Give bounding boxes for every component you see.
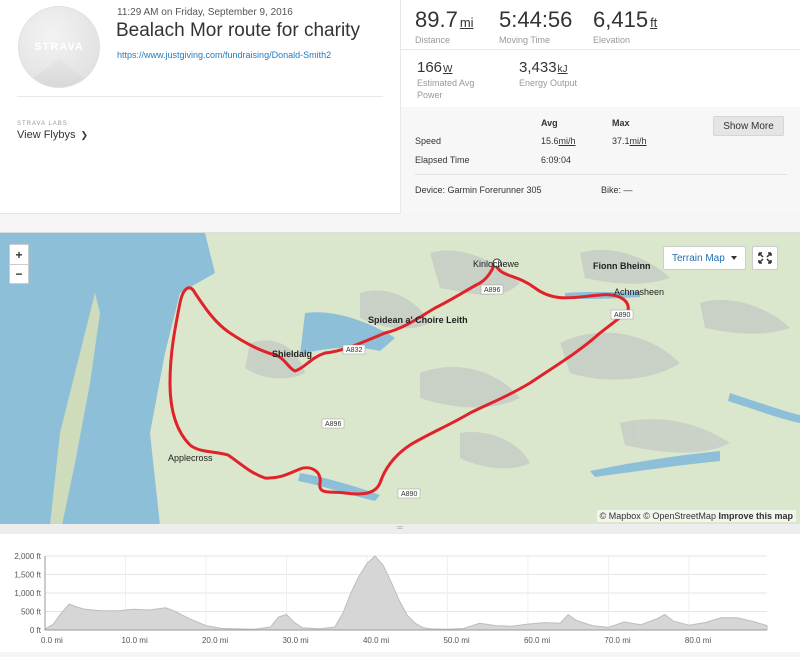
attribution-text: © Mapbox © OpenStreetMap	[599, 511, 716, 521]
x-tick-label: 60.0 mi	[524, 636, 550, 645]
elevation-label: Elevation	[593, 35, 631, 45]
y-tick-label: 500 ft	[21, 608, 42, 617]
fundraising-link[interactable]: https://www.justgiving.com/fundraising/D…	[117, 50, 331, 60]
moving-time-value: 5:44:56	[499, 7, 573, 32]
zoom-out-button[interactable]: −	[10, 264, 28, 283]
stats-panel: 89.7 mi Distance 5:44:56 Moving Time 6,41…	[400, 0, 800, 214]
power-label: Estimated Avg Power	[417, 78, 475, 100]
stat-distance: 89.7 mi Distance	[415, 7, 474, 45]
road-label-1: A890	[614, 312, 630, 319]
speed-max-value: 37.1	[612, 136, 630, 146]
stat-moving-time: 5:44:56 Moving Time	[499, 7, 572, 45]
strava-labs-heading: STRAVA LABS	[17, 121, 68, 127]
elapsed-time-label: Elapsed Time	[415, 155, 470, 165]
power-value: 166	[417, 59, 443, 76]
zoom-in-button[interactable]: +	[10, 245, 28, 264]
x-tick-label: 70.0 mi	[604, 636, 630, 645]
resize-handle[interactable]: ═	[0, 524, 800, 534]
x-tick-label: 40.0 mi	[363, 636, 389, 645]
detail-panel: Avg Max Show More Speed 15.6mi/h 37.1mi/…	[401, 107, 800, 214]
activity-date: 11:29 AM on Friday, September 9, 2016	[117, 7, 293, 18]
speed-avg-value: 15.6	[541, 136, 559, 146]
map-attribution[interactable]: © Mapbox © OpenStreetMap Improve this ma…	[596, 510, 796, 522]
road-label-0: A896	[484, 287, 500, 294]
speed-max: 37.1mi/h	[612, 136, 647, 146]
activity-header: STRAVA 11:29 AM on Friday, September 9, …	[0, 0, 800, 214]
stat-power: 166W Estimated Avg Power	[417, 59, 497, 101]
caret-down-icon	[731, 256, 737, 260]
road-label-3: A832	[346, 347, 362, 354]
energy-unit: kJ	[557, 64, 568, 75]
elapsed-time-value: 6:09:04	[541, 155, 572, 165]
athlete-avatar[interactable]: STRAVA	[18, 6, 100, 88]
road-label-4: A890	[401, 491, 417, 498]
map-type-dropdown[interactable]: Terrain Map	[663, 246, 746, 270]
divider	[401, 49, 800, 50]
x-tick-label: 0.0 mi	[41, 636, 63, 645]
strava-logo: STRAVA	[34, 41, 84, 53]
fullscreen-button[interactable]	[752, 246, 778, 270]
elevation-profile: 0 ft 500 ft 1,000 ft 1,500 ft 2,000 ft 0.0 mi…	[14, 552, 768, 645]
stat-elevation: 6,415 ft Elevation	[593, 7, 657, 45]
road-label-2: A896	[325, 421, 341, 428]
speed-avg: 15.6mi/h	[541, 136, 576, 146]
elevation-chart[interactable]: 0 ft 500 ft 1,000 ft 1,500 ft 2,000 ft 0.0 mi…	[0, 534, 800, 652]
zoom-controls: + −	[9, 244, 29, 284]
stat-energy: 3,433kJ Energy Output	[519, 59, 577, 89]
view-flybys-link[interactable]: View Flybys ❯	[17, 129, 88, 141]
map-label-3: Spidean a' Choire Leith	[368, 315, 468, 325]
map-label-2: Achnasheen	[614, 287, 664, 297]
elevation-unit: ft	[650, 15, 658, 30]
expand-icon	[758, 252, 772, 264]
y-tick-label: 1,500 ft	[14, 571, 41, 580]
map-type-label: Terrain Map	[672, 252, 725, 264]
speed-label: Speed	[415, 136, 442, 146]
x-tick-label: 10.0 mi	[121, 636, 147, 645]
divider	[415, 174, 787, 175]
y-tick-label: 1,000 ft	[14, 589, 41, 598]
x-tick-label: 30.0 mi	[282, 636, 308, 645]
x-tick-label: 80.0 mi	[685, 636, 711, 645]
map-label-5: Applecross	[168, 453, 213, 463]
divider	[17, 96, 383, 97]
energy-value: 3,433	[519, 59, 557, 76]
device-info: Device: Garmin Forerunner 305	[415, 185, 542, 195]
speed-avg-unit: mi/h	[558, 136, 576, 146]
avg-header: Avg	[541, 118, 558, 128]
energy-label: Energy Output	[519, 78, 578, 88]
map-label-0: Kinlochewe	[473, 259, 519, 269]
avatar-mountain-shape	[19, 58, 99, 87]
chevron-right-icon: ❯	[80, 130, 89, 140]
route-map[interactable]: Kinlochewe Fionn Bheinn Achnasheen Spide…	[0, 232, 800, 524]
bike-info: Bike: —	[601, 185, 633, 195]
elevation-value: 6,415	[593, 7, 649, 32]
power-unit: W	[443, 64, 453, 75]
terrain-map: Kinlochewe Fionn Bheinn Achnasheen Spide…	[0, 233, 800, 524]
x-tick-label: 50.0 mi	[443, 636, 469, 645]
max-header: Max	[612, 118, 630, 128]
speed-max-unit: mi/h	[629, 136, 647, 146]
view-flybys-label: View Flybys	[17, 129, 76, 141]
y-tick-label: 0 ft	[30, 626, 42, 635]
map-label-1: Fionn Bheinn	[593, 261, 651, 271]
show-more-button[interactable]: Show More	[713, 116, 784, 136]
distance-label: Distance	[415, 35, 451, 45]
distance-unit: mi	[459, 15, 474, 30]
activity-title: Bealach Mor route for charity	[116, 20, 360, 41]
map-label-4: Shieldaig	[272, 349, 312, 359]
improve-map-link[interactable]: Improve this map	[718, 511, 793, 521]
distance-value: 89.7	[415, 7, 458, 32]
moving-time-label: Moving Time	[499, 35, 551, 45]
x-tick-label: 20.0 mi	[202, 636, 228, 645]
y-tick-label: 2,000 ft	[14, 552, 41, 561]
